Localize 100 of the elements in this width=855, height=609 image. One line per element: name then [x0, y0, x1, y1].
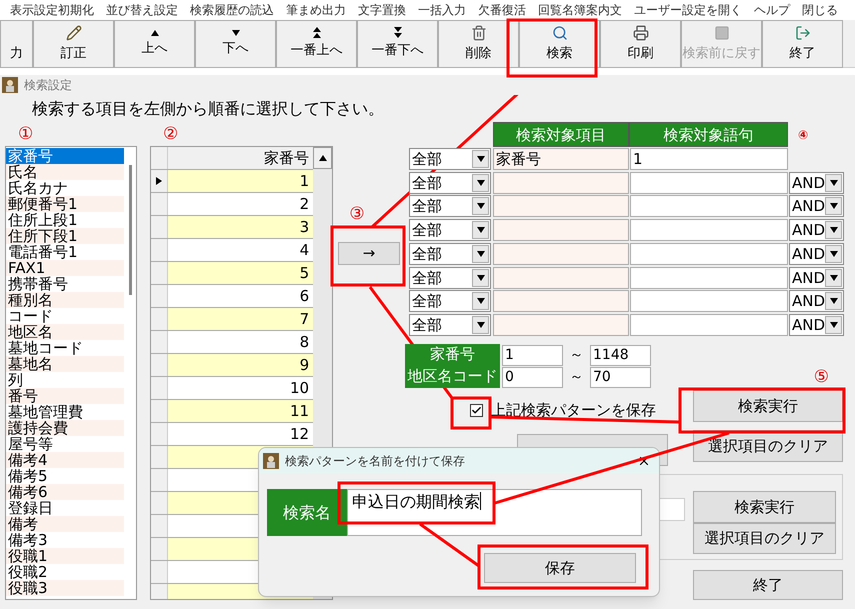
- save-button[interactable]: 保存: [484, 553, 636, 583]
- run-search-button[interactable]: 検索実行: [693, 491, 836, 524]
- toolbar-button[interactable]: 一番上へ: [276, 20, 357, 68]
- list-item[interactable]: 氏名: [6, 164, 124, 180]
- conjunction-dropdown[interactable]: AND: [789, 195, 844, 218]
- exit-button[interactable]: 終了: [693, 570, 843, 600]
- list-item[interactable]: 番号: [6, 388, 124, 404]
- dropdown-button[interactable]: [472, 244, 489, 263]
- term-field[interactable]: [630, 266, 788, 289]
- list-item[interactable]: 役職1: [6, 548, 124, 564]
- name-field[interactable]: 申込日の期間検索: [347, 489, 642, 536]
- dropdown-button[interactable]: [472, 292, 489, 310]
- menu-item[interactable]: 回覧名簿案内文: [538, 2, 622, 18]
- list-item[interactable]: FAX1: [6, 260, 124, 276]
- run-search-button[interactable]: 検索実行: [693, 390, 843, 422]
- term-field[interactable]: 1: [630, 148, 788, 170]
- row-header[interactable]: [151, 170, 168, 192]
- toolbar-button[interactable]: 終了: [762, 20, 843, 68]
- range-to-field[interactable]: 1148: [590, 344, 651, 366]
- range-from-field[interactable]: 1: [502, 344, 563, 366]
- list-item[interactable]: 墓地名: [6, 356, 124, 372]
- item-field[interactable]: [493, 314, 629, 336]
- checkbox[interactable]: [470, 404, 483, 417]
- conjunction-dropdown[interactable]: AND: [789, 266, 844, 289]
- dropdown-button[interactable]: [825, 268, 842, 287]
- toolbar-button[interactable]: 訂正: [33, 20, 114, 68]
- menu-item[interactable]: ユーザー設定を開く: [634, 2, 742, 18]
- scope-dropdown[interactable]: 全部: [409, 314, 491, 336]
- menu-item[interactable]: 検索履歴の読込: [190, 2, 274, 18]
- list-item[interactable]: 住所下段1: [6, 228, 124, 244]
- dropdown-button[interactable]: [825, 197, 842, 216]
- toolbar-button[interactable]: 検索: [519, 20, 600, 68]
- menu-item[interactable]: 表示設定初期化: [10, 2, 94, 18]
- item-field[interactable]: [493, 195, 629, 218]
- range-from-field[interactable]: 0: [502, 366, 563, 388]
- dropdown-button[interactable]: [472, 268, 489, 287]
- term-field[interactable]: [630, 314, 788, 336]
- item-field[interactable]: 家番号: [493, 148, 629, 170]
- scope-dropdown[interactable]: 全部: [409, 290, 491, 312]
- scope-dropdown[interactable]: 全部: [409, 195, 491, 218]
- term-field[interactable]: [630, 219, 788, 242]
- menu-item[interactable]: 並び替え設定: [106, 2, 178, 18]
- conjunction-dropdown[interactable]: AND: [789, 172, 844, 194]
- dropdown-button[interactable]: [825, 316, 842, 334]
- dropdown-button[interactable]: [472, 174, 489, 192]
- list-item[interactable]: 郵便番号1: [6, 196, 124, 212]
- item-field[interactable]: [493, 219, 629, 242]
- list-item[interactable]: 家番号: [6, 148, 124, 164]
- item-field[interactable]: [493, 266, 629, 289]
- conjunction-dropdown[interactable]: AND: [789, 314, 844, 336]
- toolbar-button[interactable]: 上へ: [114, 20, 195, 68]
- scroll-up-button[interactable]: [313, 147, 332, 169]
- toolbar-button[interactable]: 一番下へ: [357, 20, 438, 68]
- item-field[interactable]: [493, 242, 629, 265]
- dropdown-button[interactable]: [472, 197, 489, 216]
- list-item[interactable]: 備考6: [6, 484, 124, 500]
- dropdown-button[interactable]: [472, 316, 489, 334]
- menu-item[interactable]: 文字置換: [358, 2, 406, 18]
- field-list[interactable]: 家番号 氏名 氏名カナ 郵便番号1 住所上段1 住所下段1 電話番号1 FAX1 携帯番号 種別名 コード 地区名 墓地コード 墓地名 列 番号 墓地管理費 護持会費 屋号等 備考4 備考5 備考6 登録日 備考 備考3 役職1 役職2 役職3: [5, 146, 137, 600]
- dropdown-button[interactable]: [825, 244, 842, 263]
- menu-item[interactable]: 閉じる: [802, 2, 838, 18]
- item-field[interactable]: [493, 172, 629, 194]
- scope-dropdown[interactable]: 全部: [409, 266, 491, 289]
- menu-item[interactable]: 筆まめ出力: [286, 2, 346, 18]
- toolbar-button[interactable]: 印刷: [600, 20, 681, 68]
- conjunction-dropdown[interactable]: AND: [789, 290, 844, 312]
- term-field[interactable]: [630, 242, 788, 265]
- checkbox-label[interactable]: 上記検索パターンを保存: [491, 398, 656, 422]
- item-field[interactable]: [493, 290, 629, 312]
- list-item[interactable]: 種別名: [6, 292, 124, 308]
- conjunction-dropdown[interactable]: AND: [789, 219, 844, 242]
- dropdown-button[interactable]: [825, 174, 842, 192]
- list-item[interactable]: 役職3: [6, 580, 124, 596]
- list-item[interactable]: 護持会費: [6, 420, 124, 436]
- term-field[interactable]: [630, 172, 788, 194]
- add-button[interactable]: →: [338, 242, 400, 265]
- menu-item[interactable]: 一括入力: [418, 2, 466, 18]
- dropdown-button[interactable]: [825, 292, 842, 310]
- scope-dropdown[interactable]: 全部: [409, 172, 491, 194]
- term-field[interactable]: [630, 290, 788, 312]
- list-item[interactable]: 備考: [6, 516, 124, 532]
- column-header[interactable]: 家番号: [168, 147, 314, 169]
- list-item[interactable]: 備考4: [6, 452, 124, 468]
- conjunction-dropdown[interactable]: AND: [789, 242, 844, 265]
- scope-dropdown[interactable]: 全部: [409, 242, 491, 265]
- dropdown-button[interactable]: [472, 150, 489, 168]
- scope-dropdown[interactable]: 全部: [409, 148, 491, 170]
- toolbar-button[interactable]: 下へ: [195, 20, 276, 68]
- dropdown-button[interactable]: [472, 221, 489, 240]
- menu-item[interactable]: ヘルプ: [754, 2, 790, 18]
- list-item[interactable]: 地区名: [6, 324, 124, 340]
- toolbar-button[interactable]: 削除: [438, 20, 519, 68]
- range-to-field[interactable]: 70: [590, 366, 651, 388]
- clear-button[interactable]: 選択項目のクリア: [693, 523, 836, 554]
- scroll-thumb[interactable]: [128, 165, 132, 295]
- scope-dropdown[interactable]: 全部: [409, 219, 491, 242]
- menu-item[interactable]: 欠番復活: [478, 2, 526, 18]
- dropdown-button[interactable]: [825, 221, 842, 240]
- term-field[interactable]: [630, 195, 788, 218]
- toolbar-button[interactable]: 力: [0, 20, 33, 68]
